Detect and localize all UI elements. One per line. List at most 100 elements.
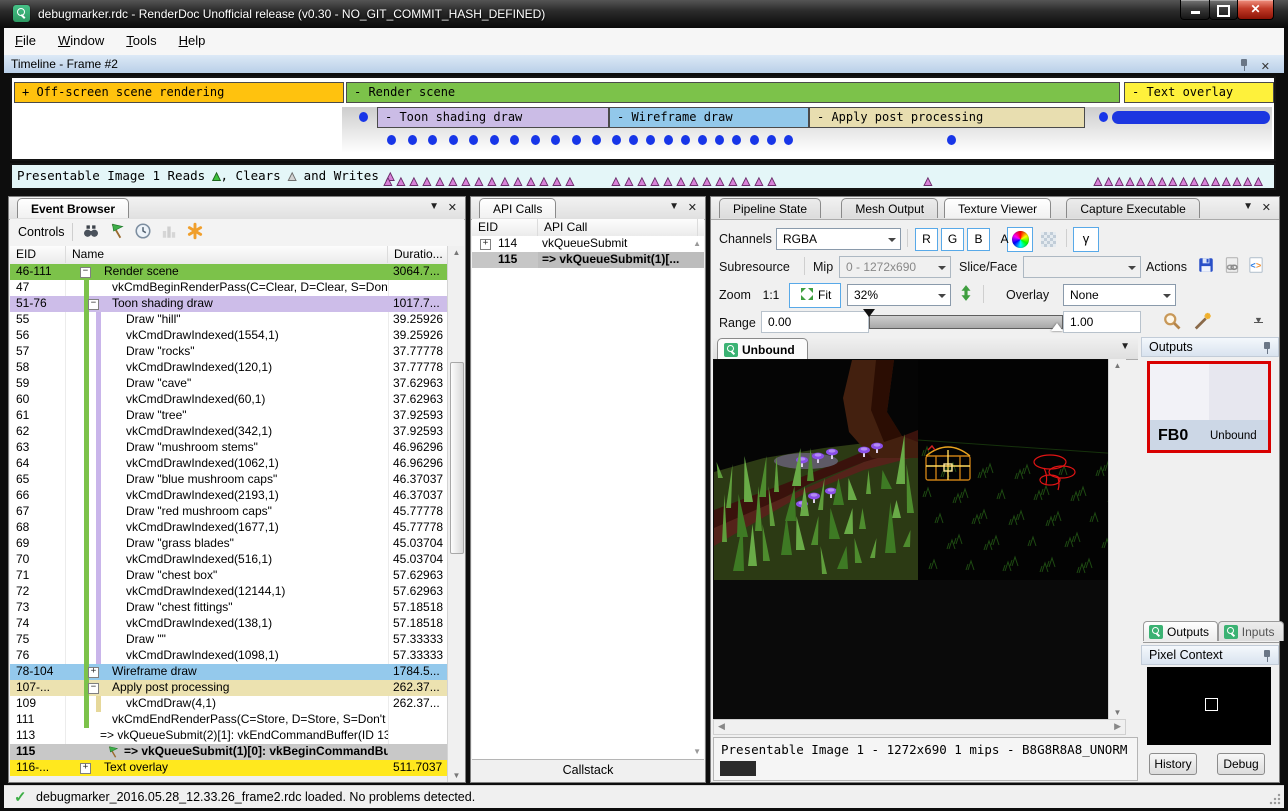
range-white-point-handle[interactable] [1051,317,1063,331]
minimize-button[interactable] [1180,0,1210,20]
outputs-panel-header[interactable]: Outputs [1141,337,1279,357]
timeline-event-dot[interactable] [531,135,540,145]
usage-triangle-icon[interactable]: ▲ [729,176,737,188]
event-browser-scrollbar[interactable]: ▲ ▼ [447,246,465,782]
usage-triangle-icon[interactable]: ▲ [384,176,392,188]
usage-triangle-icon[interactable]: ▲ [1105,176,1113,188]
flip-y-button[interactable] [955,283,977,308]
usage-triangle-icon[interactable]: ▲ [1137,176,1145,188]
usage-triangle-icon[interactable]: ▲ [703,176,711,188]
scroll-up-icon[interactable]: ▲ [693,239,701,248]
maximize-button[interactable] [1209,0,1238,20]
timeline-event-dot[interactable] [681,135,690,145]
texture-viewer-close-icon[interactable]: ✕ [1262,201,1271,214]
texture-viewer-menu-icon[interactable]: ▼ [1243,201,1253,212]
usage-triangle-icon[interactable]: ▲ [1212,176,1220,188]
event-browser-column-header[interactable]: EIDNameDuratio... [10,246,447,265]
timeline-marker-apply-post-processing[interactable]: - Apply post processing [809,107,1085,128]
tab-pipeline-state[interactable]: Pipeline State [719,198,821,218]
pin-icon[interactable] [1262,341,1273,354]
tab-texture-viewer[interactable]: Texture Viewer [944,198,1051,218]
event-row-76[interactable]: 76vkCmdDrawIndexed(1098,1)57.33333 [10,648,449,664]
event-row-70[interactable]: 70vkCmdDrawIndexed(516,1)45.03704 [10,552,449,568]
usage-triangle-icon[interactable]: ▲ [423,176,431,188]
column-header-name[interactable]: Name [66,246,388,263]
timeline-event-dot[interactable] [784,135,793,145]
collapse-icon[interactable]: − [80,267,91,278]
gamma-button[interactable]: γ [1073,227,1099,252]
event-row-61[interactable]: 61Draw "tree"37.92593 [10,408,449,424]
timeline-event-dot[interactable] [612,135,621,145]
event-row-116[interactable]: 116-...+Text overlay511.7037 [10,760,449,776]
timeline-event-dot[interactable] [947,135,956,145]
usage-triangle-icon[interactable]: ▲ [1180,176,1188,188]
column-header-apicall[interactable]: API Call [538,219,698,236]
timeline-event-dot[interactable] [469,135,478,145]
time-draws-icon[interactable] [134,222,154,242]
timeline-pin-icon[interactable] [1239,58,1250,71]
texture-tab-menu-icon[interactable]: ▼ [1120,341,1130,352]
timeline-event-dot[interactable] [767,135,776,145]
event-row-65[interactable]: 65Draw "blue mushroom caps"46.37037 [10,472,449,488]
usage-triangle-icon[interactable]: ▲ [651,176,659,188]
usage-triangle-icon[interactable]: ▲ [514,176,522,188]
tab-capture-executable[interactable]: Capture Executable [1066,198,1199,218]
event-browser-menu-icon[interactable]: ▼ [429,201,439,212]
usage-triangle-icon[interactable]: ▲ [664,176,672,188]
usage-triangle-icon[interactable]: ▲ [742,176,750,188]
event-row-58[interactable]: 58vkCmdDrawIndexed(120,1)37.77778 [10,360,449,376]
channel-a-button[interactable]: A [993,228,1016,251]
tab-inputs[interactable]: Inputs [1218,621,1284,641]
output-fb0-thumbnail[interactable]: FB0 Unbound [1147,361,1271,453]
api-calls-menu-icon[interactable]: ▼ [669,201,679,212]
scrollbar-thumb[interactable] [450,362,464,554]
usage-triangle-icon[interactable]: ▲ [553,176,561,188]
callstack-section-label[interactable]: Callstack [472,759,704,781]
histogram-wand-button[interactable] [1189,310,1215,335]
event-row-55[interactable]: 55Draw "hill"39.25926 [10,312,449,328]
usage-triangle-icon[interactable]: ▲ [1169,176,1177,188]
api-calls-column-header[interactable]: EIDAPI Call [472,219,704,237]
usage-triangle-icon[interactable]: ▲ [462,176,470,188]
usage-triangle-icon[interactable]: ▲ [540,176,548,188]
usage-triangle-icon[interactable]: ▲ [475,176,483,188]
event-row-107[interactable]: 107-...−Apply post processing262.37... [10,680,449,696]
find-event-icon[interactable] [82,222,102,242]
timeline-event-dot[interactable] [428,135,437,145]
timeline-event-capsule[interactable] [1112,111,1270,124]
timeline-marker-toon-shading-draw[interactable]: - Toon shading draw [377,107,609,128]
api-call-row-115[interactable]: 115=> vkQueueSubmit(1)[... [472,252,704,268]
timeline-event-dot[interactable] [592,135,601,145]
event-row-60[interactable]: 60vkCmdDrawIndexed(60,1)37.62963 [10,392,449,408]
channels-select[interactable]: RGBA [776,228,901,250]
menu-help[interactable]: Help [168,28,217,53]
resize-grip[interactable] [1269,793,1281,805]
expand-icon[interactable]: + [80,763,91,774]
zoom-fit-button[interactable]: Fit [789,283,841,308]
event-row-109[interactable]: 109vkCmdDraw(4,1)262.37... [10,696,449,712]
timeline-event-dot[interactable] [490,135,499,145]
usage-triangle-icon[interactable]: ▲ [1255,176,1263,188]
channel-b-button[interactable]: B [967,228,990,251]
pixel-context-display[interactable] [1147,667,1271,745]
zoom-1-1-button[interactable]: 1:1 [757,284,785,306]
usage-triangle-icon[interactable]: ▲ [449,176,457,188]
usage-triangle-icon[interactable]: ▲ [527,176,535,188]
event-row-75[interactable]: 75Draw ""57.33333 [10,632,449,648]
event-row-72[interactable]: 72vkCmdDrawIndexed(12144,1)57.62963 [10,584,449,600]
timeline-event-dot[interactable] [750,135,759,145]
autofit-range-button[interactable] [1159,310,1185,335]
usage-triangle-icon[interactable]: ▲ [690,176,698,188]
range-min-field[interactable]: 0.00 [761,311,869,333]
api-call-row-114[interactable]: +114vkQueueSubmit [472,236,704,252]
event-row-46111[interactable]: 46-111−Render scene3064.7... [10,264,449,280]
usage-triangle-icon[interactable]: ▲ [1158,176,1166,188]
timeline-event-dot[interactable] [449,135,458,145]
usage-triangle-icon[interactable]: ▲ [625,176,633,188]
usage-triangle-icon[interactable]: ▲ [612,176,620,188]
scroll-up-icon[interactable]: ▲ [448,248,465,257]
event-row-5176[interactable]: 51-76−Toon shading draw1017.7... [10,296,449,312]
close-button[interactable]: ✕ [1237,0,1274,20]
tab-api-calls[interactable]: API Calls [479,198,556,218]
pin-icon[interactable] [1262,649,1273,662]
